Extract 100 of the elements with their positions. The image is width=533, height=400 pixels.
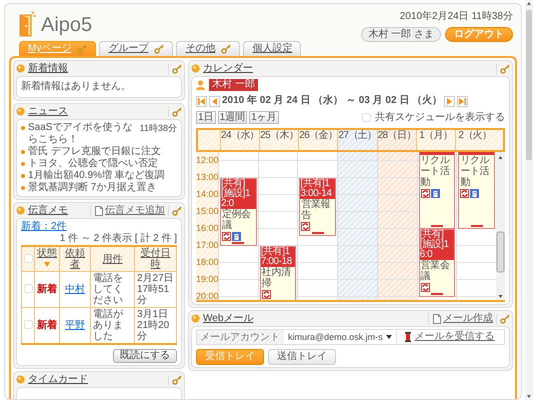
portlet-title[interactable]: ニュース <box>28 106 68 118</box>
settings-icon[interactable] <box>500 64 510 74</box>
column-header[interactable]: 依頼者 <box>60 246 90 272</box>
status-text: 新着 <box>37 284 57 295</box>
settings-icon[interactable] <box>172 106 182 116</box>
portlet-title[interactable]: タイムカード <box>28 374 88 386</box>
action-link[interactable]: メール作成 <box>428 312 493 324</box>
news-link[interactable]: 景気基調判断 7か月据え置き <box>28 182 177 194</box>
bullet-icon <box>191 314 200 323</box>
event-card[interactable]: [共有]17:00-18 社内清掃 <box>260 246 296 300</box>
bullet-icon <box>21 174 25 178</box>
event-card[interactable]: [共有]13:00-14 営業報告 <box>299 178 336 236</box>
column-header[interactable]: 状態 <box>34 246 60 272</box>
row-checkbox[interactable] <box>24 320 33 329</box>
settings-icon[interactable] <box>172 64 182 74</box>
news-link[interactable]: トヨタ、公聴会で隠ぺい否定 <box>28 158 177 170</box>
triangle-icon <box>446 98 454 104</box>
status-text: 新着 <box>37 320 57 331</box>
page-scrollbar[interactable] <box>525 0 533 400</box>
date-time: 2010年2月24日 11時38分 <box>400 11 513 23</box>
event-card[interactable]: リクルート活動 <box>458 152 495 228</box>
event-card[interactable]: [共有][施設]12:0 定例会議 <box>220 178 257 246</box>
requester-link[interactable]: 中村 <box>65 284 85 295</box>
requester-link[interactable]: 平野 <box>65 320 85 331</box>
day-header: 27（土） <box>337 130 377 150</box>
tray-tab[interactable]: 送信トレイ <box>268 349 336 365</box>
time-label: 12:00 <box>196 155 219 165</box>
subject-text: 電話がありました <box>93 309 123 342</box>
settings-icon[interactable] <box>172 374 182 384</box>
result-count: 1 件 ～ 2 件表示 [ 計 2 件 ] <box>58 233 177 245</box>
day-header: 28（日） <box>376 130 416 150</box>
skip-icon <box>459 98 466 104</box>
resize-handle[interactable] <box>430 292 443 294</box>
tab[interactable]: グループ <box>99 41 174 56</box>
portlet-title[interactable]: 新着情報 <box>28 62 68 74</box>
time-label: 16:00 <box>196 223 219 233</box>
day-header: 24（水） <box>220 130 260 150</box>
event-name: リクルート活動 <box>420 154 451 188</box>
portlet-title[interactable]: 伝言メモ <box>28 204 68 216</box>
time-label: 19:00 <box>196 274 219 284</box>
column-header[interactable]: 用件 <box>90 246 134 272</box>
user-chip: 木村 一郎 <box>209 79 258 91</box>
view-button[interactable]: 1日 <box>196 111 216 124</box>
view-button[interactable]: 1ヶ月 <box>249 111 279 124</box>
key-icon[interactable] <box>221 44 232 54</box>
bullet-icon <box>16 206 25 215</box>
row-checkbox[interactable] <box>24 284 33 293</box>
bullet-icon <box>21 126 25 130</box>
app-name: Aipo5 <box>41 13 92 37</box>
day-header: 2（火） <box>454 130 494 150</box>
tab[interactable]: その他 <box>176 41 240 56</box>
key-icon[interactable] <box>154 44 164 54</box>
previous-week-button[interactable] <box>209 96 220 106</box>
select-all-checkbox[interactable] <box>24 254 32 262</box>
logo-icon <box>17 11 37 37</box>
last-week-button[interactable] <box>457 96 468 106</box>
portlet-title[interactable]: Webメール <box>203 312 254 324</box>
bullet-icon <box>21 186 25 190</box>
news-link[interactable]: 1月輸出額40.9%増 車など復調 <box>28 170 177 182</box>
settings-icon[interactable] <box>500 314 510 324</box>
skip-icon <box>198 98 205 104</box>
new-count-link[interactable]: 新着：2件 <box>21 221 67 233</box>
column-header[interactable]: 受付日時 <box>134 246 176 272</box>
news-time: 11時38分 <box>140 122 177 134</box>
resize-handle[interactable] <box>430 224 443 226</box>
bullet-icon <box>21 162 25 166</box>
scrollbar[interactable] <box>496 152 505 300</box>
shared-checkbox[interactable] <box>362 113 371 122</box>
empty-message: 新着情報はありません。 <box>21 81 132 93</box>
checkbox-label: 共有スケジュールを表示する <box>375 112 505 124</box>
view-button[interactable]: 1週間 <box>218 111 248 124</box>
key-icon[interactable] <box>77 44 88 54</box>
time-label: 20:00 <box>196 291 219 300</box>
news-link[interactable]: 菅氏 デフレ克服で日銀に注文 <box>28 146 177 158</box>
resize-handle[interactable] <box>232 242 244 244</box>
portlet-title[interactable]: カレンダー <box>203 62 253 74</box>
time-label: 18:00 <box>196 257 219 267</box>
tab[interactable]: 個人設定 <box>243 41 302 56</box>
bullet-icon <box>16 375 25 384</box>
bullet-icon <box>191 64 200 73</box>
event-title: [共有][施設]16:0 <box>420 230 454 260</box>
bullet-icon <box>21 150 25 154</box>
resize-handle[interactable] <box>312 232 324 234</box>
day-header: 1（月） <box>416 130 455 150</box>
event-name: 営業報告 <box>301 198 332 220</box>
received-date: 2月27日 17時51分 <box>137 273 174 306</box>
event-card[interactable]: [共有][施設]16:0 営業会議 <box>418 228 456 296</box>
date-range: 2010 年 02 月 24 日 （水） ～ 03 月 02 日 （火） <box>222 95 442 107</box>
next-week-button[interactable] <box>444 96 456 106</box>
event-name: リクルート活動 <box>460 154 490 188</box>
resize-handle[interactable] <box>470 224 483 226</box>
subject-text: 電話をしてください <box>93 273 123 306</box>
first-week-button[interactable] <box>196 96 207 106</box>
event-title: [共有]13:00-14 <box>300 178 336 198</box>
bullet-icon <box>16 107 25 116</box>
mark-read-button[interactable]: 既読にする <box>113 349 177 363</box>
action-link[interactable]: 伝言メモ追加 <box>90 204 165 216</box>
settings-icon[interactable] <box>172 206 182 216</box>
event-card[interactable]: リクルート活動 <box>418 152 456 228</box>
news-link[interactable]: SaaSでアイポを使うならこちら！ <box>28 122 137 146</box>
